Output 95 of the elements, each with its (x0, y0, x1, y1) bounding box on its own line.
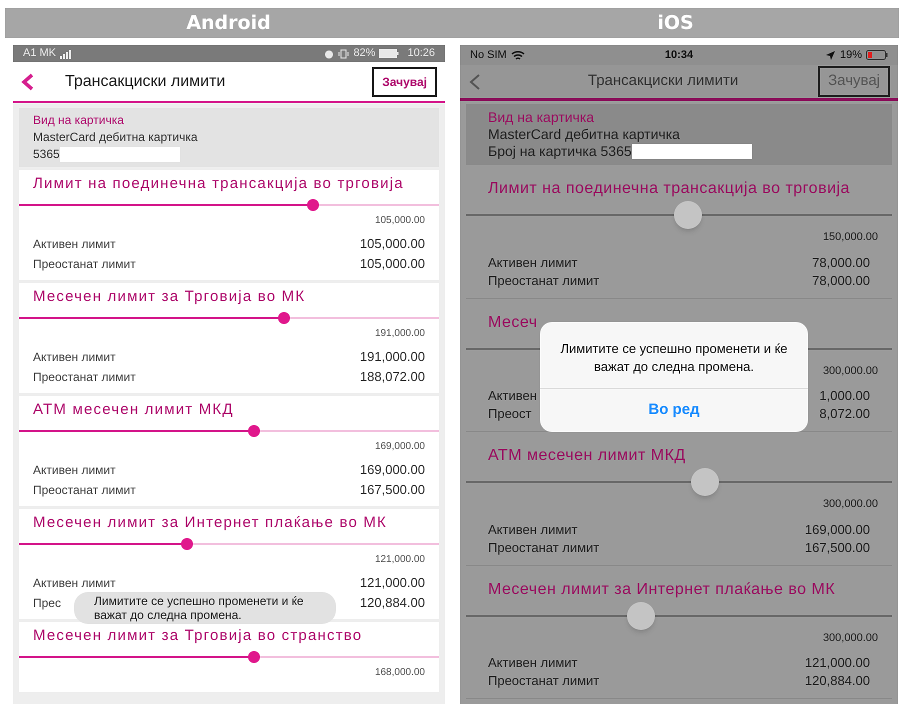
slider-thumb[interactable] (181, 538, 193, 550)
ok-button[interactable]: Во ред (540, 388, 808, 432)
screen-title: Трансакциски лимити (65, 72, 226, 92)
limit-value: 105,000.00 (360, 255, 425, 273)
battery-percent: 82% (353, 46, 376, 62)
carrier-label: A1 MK (23, 46, 56, 62)
card-type-label: Вид на картичка (488, 109, 596, 126)
slider[interactable] (466, 468, 892, 496)
save-button[interactable]: Зачувај (372, 66, 437, 96)
limit-value: 121,000.00 (360, 574, 425, 592)
slider[interactable] (19, 312, 439, 324)
column-heading: iOS (657, 10, 694, 36)
limit-label: Преостанат лимит (33, 369, 136, 386)
limit-label: Преостанат лимит (488, 538, 600, 556)
limit-title: Лимит на поединечна трансакција во трговија (487, 179, 851, 199)
limit-label: Преостанат лимит (488, 672, 600, 690)
battery-icon (866, 50, 888, 60)
card-type: MasterCard дебитна картичка (33, 129, 199, 146)
max-limit-value: 300,000.00 (822, 364, 878, 378)
limit-label: Прес (33, 595, 61, 612)
limit-label: Преостанат лимит (33, 256, 136, 273)
signal-icon (60, 48, 72, 58)
limit-label: Активен лимит (33, 575, 116, 592)
limit-title: Месечен лимит за Интернет плаќање во МК (32, 515, 388, 530)
clock-time: 10:26 (407, 46, 435, 62)
battery-percent: 19% (840, 48, 862, 63)
max-limit-value: 300,000.00 (822, 630, 878, 646)
card-type-label: Вид на картичка (33, 112, 125, 129)
wifi-icon (510, 50, 525, 60)
limit-label: Активен лимит (33, 236, 116, 253)
back-chevron-icon (21, 72, 35, 90)
limit-value: 120,884.00 (804, 672, 870, 690)
limit-value: 120,884.00 (360, 594, 425, 612)
card-number: 5365 (33, 146, 60, 163)
slider-thumb[interactable] (307, 199, 319, 211)
alert-message: Лимитите се успешно променети и ќе важат до следна промена. (559, 340, 789, 376)
limit-value: 8,072.00 (819, 405, 870, 423)
limit-value: 121,000.00 (804, 654, 870, 672)
limit-title: Лимит на поединечна трансакција во трговија (32, 176, 405, 191)
clock-time: 10:34 (664, 48, 694, 63)
toast-message: Лимитите се успешно променети и ќе важат до следна промена. (74, 592, 336, 624)
limit-label: Активен лимит (488, 520, 578, 538)
limit-label: Преостанат лимит (33, 482, 136, 499)
max-limit-value: 150,000.00 (822, 230, 878, 245)
save-button[interactable]: Зачувај (818, 66, 890, 97)
slider[interactable] (19, 651, 439, 663)
max-limit-value: 168,000.00 (374, 666, 425, 680)
limit-label: Активен лимит (33, 462, 116, 479)
limit-title: Месечен лимит за Трговија во МК (32, 289, 306, 304)
limit-title: АТМ месечен лимит МКД (487, 446, 687, 466)
limit-value: 191,000.00 (360, 348, 425, 366)
limit-label: Преост (488, 405, 532, 423)
limit-value: 167,500.00 (360, 481, 425, 499)
limit-title: Месечен лимит за Трговија во странство (32, 628, 364, 643)
location-arrow-icon (824, 50, 836, 60)
battery-icon (379, 49, 400, 58)
slider[interactable] (19, 425, 439, 437)
slider[interactable] (19, 199, 439, 211)
screen-title: Трансакциски лимити (588, 71, 738, 92)
max-limit-value: 191,000.00 (374, 327, 425, 341)
max-limit-value: 169,000.00 (374, 440, 425, 454)
slider[interactable] (19, 538, 439, 550)
back-chevron-icon (468, 72, 482, 90)
limit-title: Месечен лимит за Интернет плаќање во МК (487, 580, 836, 600)
limit-label: Активен лимит (488, 254, 578, 272)
carrier-label: No SIM (470, 48, 507, 63)
limit-value: 1,000.00 (819, 387, 870, 405)
slider-thumb[interactable] (278, 312, 290, 324)
slider[interactable] (466, 201, 892, 229)
limit-label: Активен (488, 387, 537, 405)
card-type: MasterCard дебитна картичка (488, 126, 681, 143)
slider-thumb[interactable] (626, 602, 655, 630)
limit-title: АТМ месечен лимит МКД (32, 402, 235, 417)
max-limit-value: 105,000.00 (374, 214, 425, 228)
slider-thumb[interactable] (690, 468, 719, 496)
max-limit-value: 300,000.00 (822, 497, 878, 512)
slider-thumb[interactable] (674, 201, 702, 229)
limit-title: Месеч (487, 312, 539, 332)
limit-value: 78,000.00 (812, 272, 870, 290)
limit-label: Активен лимит (33, 349, 116, 366)
limit-value: 105,000.00 (360, 235, 425, 253)
max-limit-value: 121,000.00 (374, 553, 425, 567)
column-heading: Android (186, 10, 271, 36)
limit-label: Преостанат лимит (488, 272, 600, 290)
limit-value: 78,000.00 (812, 254, 870, 272)
vibrate-icon (338, 48, 350, 58)
slider-thumb[interactable] (248, 425, 260, 437)
limit-value: 169,000.00 (804, 520, 870, 538)
limit-value: 167,500.00 (804, 538, 870, 556)
slider-thumb[interactable] (248, 651, 260, 663)
card-number: Број на картичка 5365 (488, 143, 632, 160)
limit-value: 169,000.00 (360, 461, 425, 479)
limit-value: 188,072.00 (360, 368, 425, 386)
slider[interactable] (466, 602, 892, 630)
limit-label: Активен лимит (488, 654, 578, 672)
